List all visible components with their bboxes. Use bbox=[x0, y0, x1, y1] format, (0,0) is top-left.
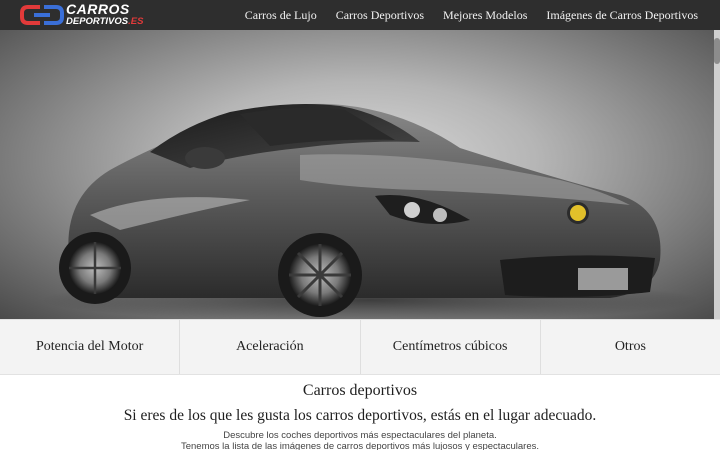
nav-link-imagenes[interactable]: Imágenes de Carros Deportivos bbox=[546, 8, 698, 23]
nav-link-carros-deportivos[interactable]: Carros Deportivos bbox=[336, 8, 424, 23]
intro-line-1: Descubre los coches deportivos más espec… bbox=[223, 430, 497, 441]
nav-link-carros-de-lujo[interactable]: Carros de Lujo bbox=[245, 8, 317, 23]
logo-sub-text: DEPORTIVOS.ES bbox=[66, 17, 143, 27]
hero-car-image bbox=[0, 30, 720, 319]
nav-link-mejores-modelos[interactable]: Mejores Modelos bbox=[443, 8, 527, 23]
tab-centimetros-cubicos[interactable]: Centímetros cúbicos bbox=[361, 320, 541, 374]
tab-otros[interactable]: Otros bbox=[541, 320, 720, 374]
scrollbar-thumb[interactable] bbox=[714, 38, 720, 64]
main-nav: Carros de Lujo Carros Deportivos Mejores… bbox=[226, 0, 698, 30]
logo-domain: .ES bbox=[128, 16, 144, 27]
sports-car-illustration bbox=[40, 103, 700, 319]
tab-potencia-del-motor[interactable]: Potencia del Motor bbox=[0, 320, 181, 374]
intro-line-2: Tenemos la lista de las imágenes de carr… bbox=[180, 441, 539, 450]
logo-sub-word: DEPORTIVOS bbox=[66, 16, 129, 27]
logo-text: CARROS DEPORTIVOS.ES bbox=[66, 1, 143, 27]
page-subtitle: Si eres de los que les gusta los carros … bbox=[123, 407, 597, 424]
logo-mark-icon bbox=[20, 5, 64, 25]
scrollbar-track[interactable] bbox=[714, 30, 720, 319]
logo-main-text: CARROS bbox=[66, 1, 130, 17]
page-title: Carros deportivos bbox=[302, 382, 418, 399]
top-navigation-bar: CARROS DEPORTIVOS.ES Carros de Lujo Carr… bbox=[0, 0, 720, 30]
category-tabs: Potencia del Motor Aceleración Centímetr… bbox=[0, 319, 720, 375]
site-logo[interactable]: CARROS DEPORTIVOS.ES bbox=[20, 1, 158, 28]
tab-aceleracion[interactable]: Aceleración bbox=[180, 320, 361, 374]
intro-section: Carros deportivos Si eres de los que les… bbox=[0, 376, 720, 450]
